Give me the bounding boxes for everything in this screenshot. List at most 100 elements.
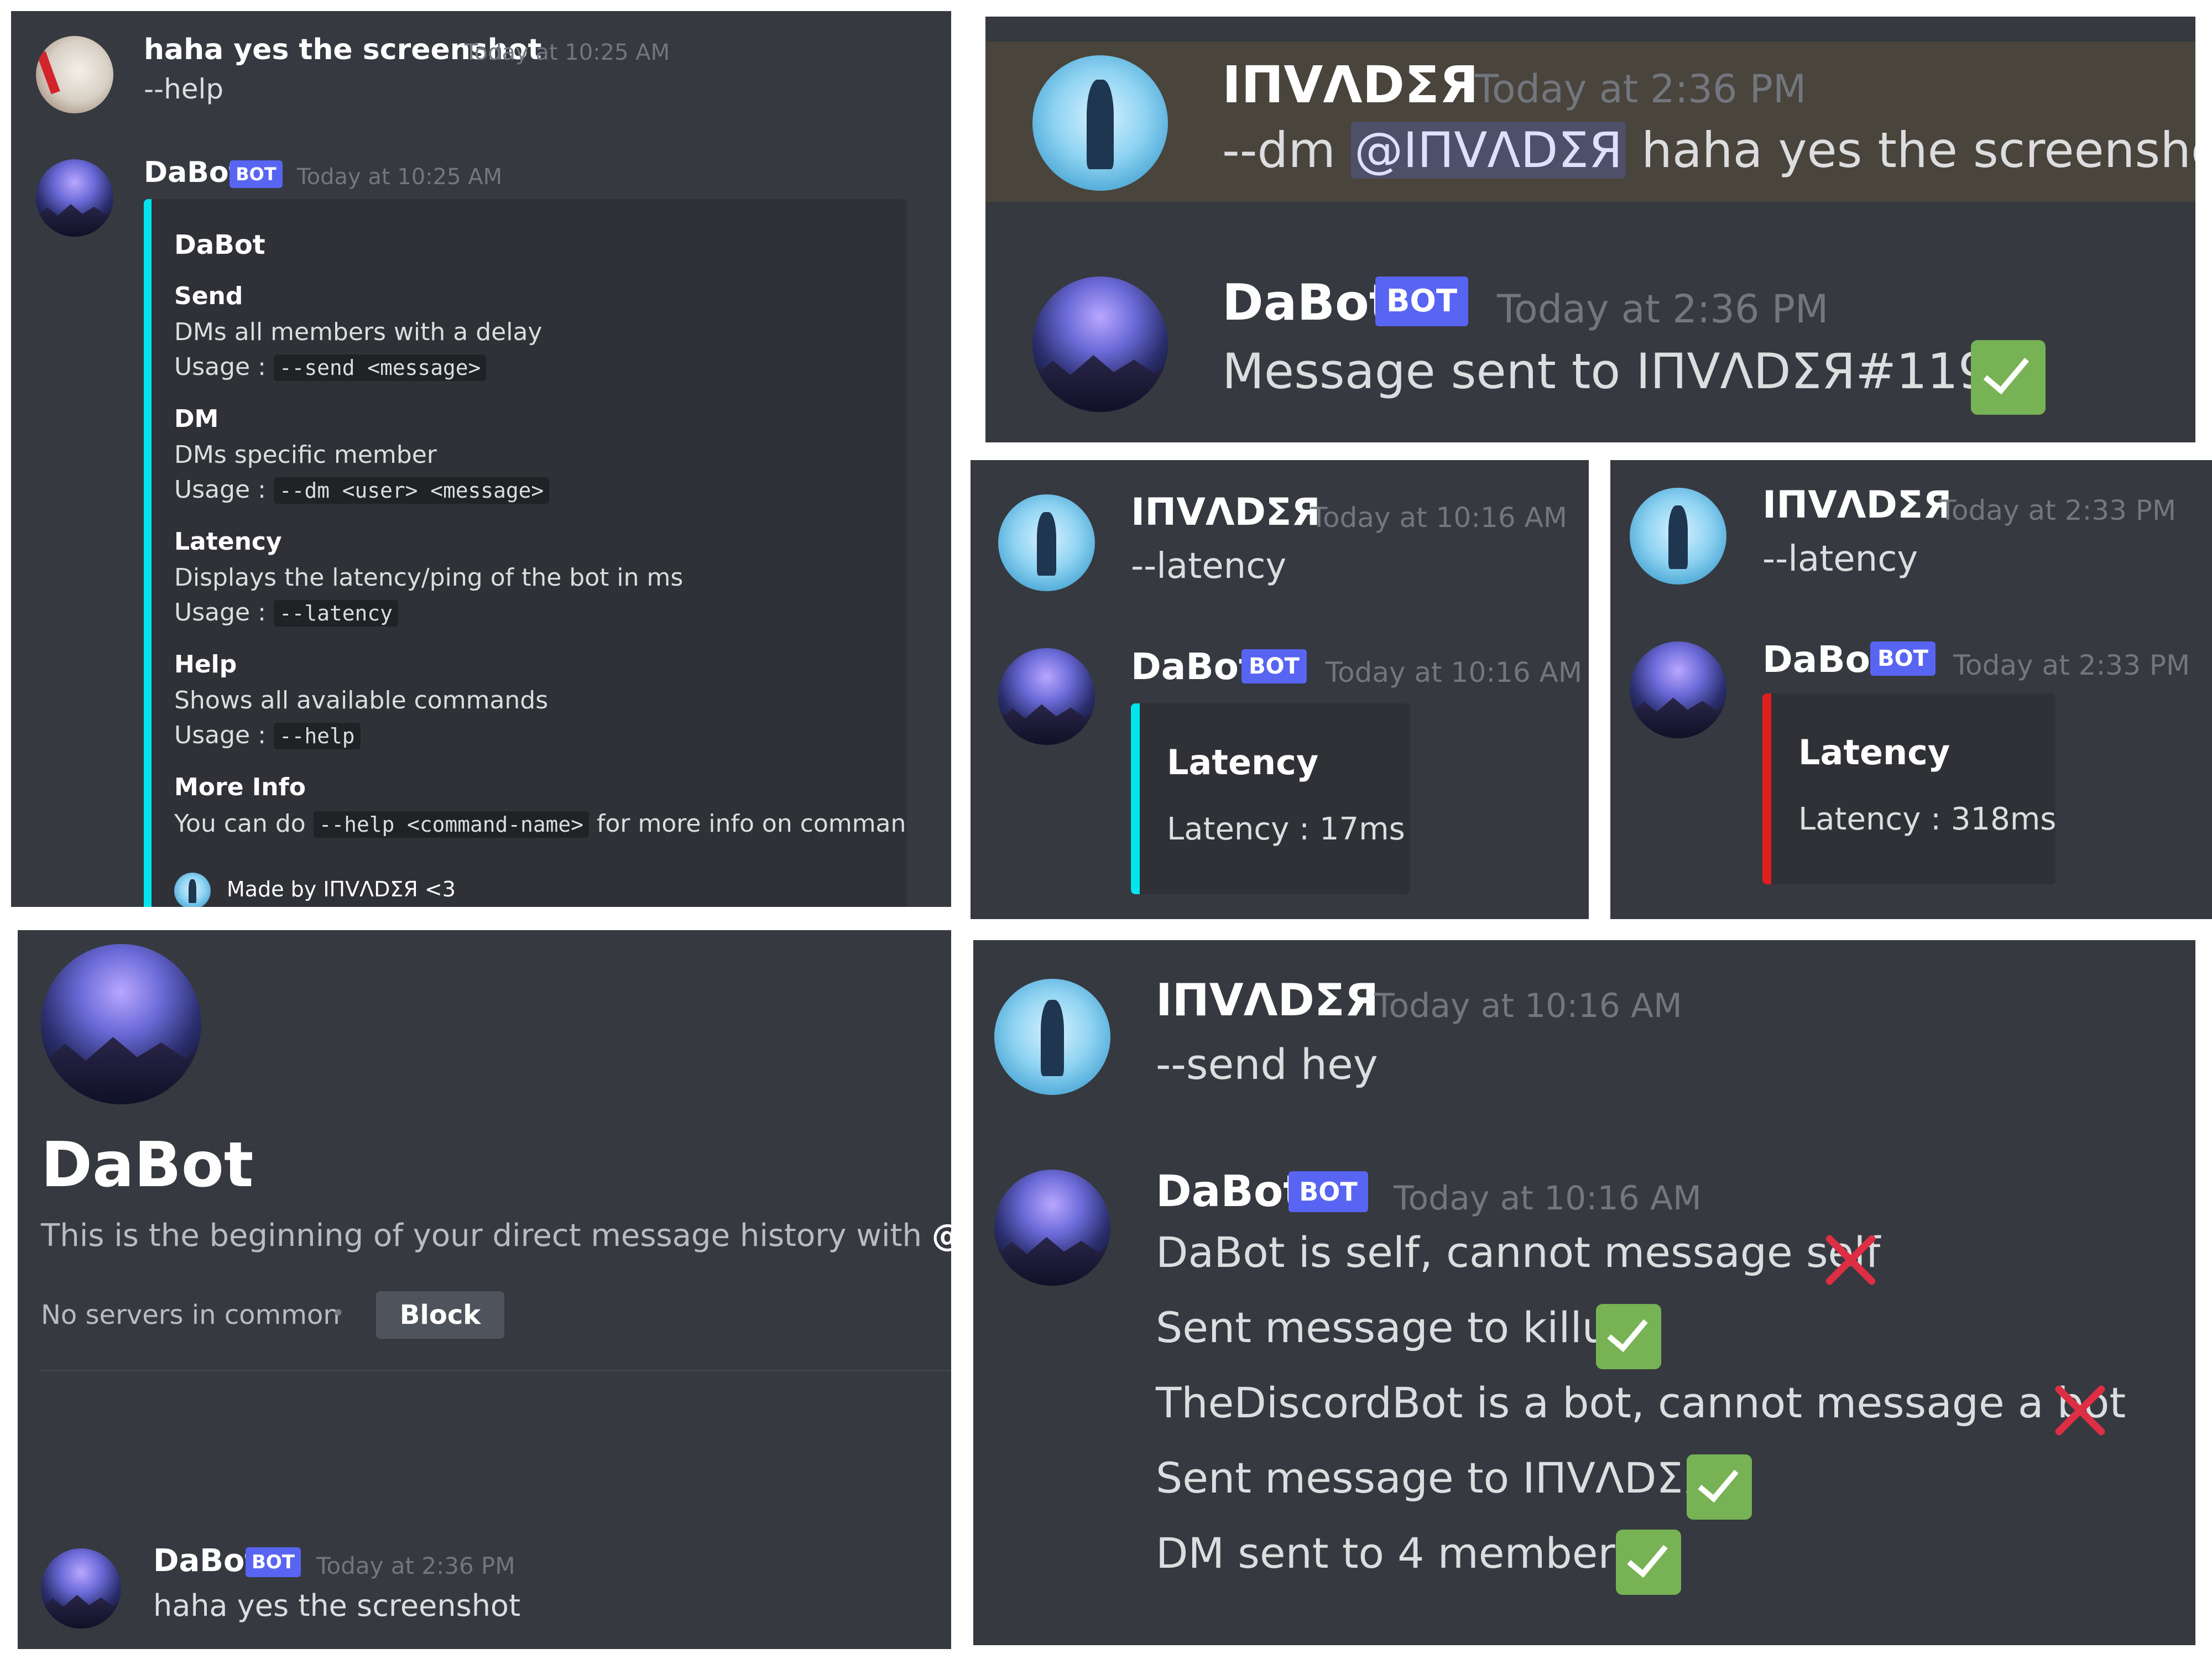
bot-badge: BOT [1375,276,1468,326]
message-text: --latency [1762,539,1918,580]
result-line: Sent message to killua [1156,1303,1635,1352]
cross-mark-icon [1819,1229,1880,1290]
message-text: --latency [1131,546,1287,587]
embed-accent-bar [1131,703,1140,894]
bot-avatar[interactable] [1032,276,1168,412]
result-line: TheDiscordBot is a bot, cannot message a… [1156,1378,2126,1427]
bot-avatar[interactable] [994,1170,1110,1286]
command-name: Latency [174,528,282,556]
message-text: haha yes the screenshot [153,1588,521,1623]
help-embed: DaBot Send DMs all members with a delay … [144,199,907,907]
help-panel: haha yes the screenshot Today at 10:25 A… [11,11,951,907]
command-name: Send [174,282,243,310]
command-usage: Usage : --latency [174,598,398,627]
latency-embed: Latency Latency : 17ms [1131,703,1410,894]
usage-code: --dm <user> <message> [273,477,550,504]
message-text: --dm @IПVΛDΣЯ haha yes the screenshot [1222,122,2195,179]
embed-accent-bar [144,199,152,907]
message-timestamp: Today at 10:16 AM [1374,987,1682,1025]
divider [41,1370,951,1371]
bot-profile-avatar[interactable] [41,944,201,1104]
command-desc: Displays the latency/ping of the bot in … [174,564,684,592]
user-avatar[interactable] [1630,488,1726,585]
command-usage: Usage : --dm <user> <message> [174,476,550,504]
user-mention[interactable]: @IПVΛDΣЯ [1351,122,1626,179]
more-info-text: You can do --help <command-name> for mor… [174,810,907,838]
check-mark-icon [1596,1304,1661,1369]
more-info-prefix: You can do [174,810,306,838]
command-usage: Usage : --help [174,721,361,749]
intro-text: This is the beginning of your direct mes… [41,1218,922,1254]
message-author[interactable]: DaBot [144,156,242,189]
usage-label: Usage : [174,721,266,749]
block-button-label[interactable]: Block [376,1300,504,1331]
message-author[interactable]: DaBot [1222,274,1393,332]
message-rest: haha yes the screenshot [1641,122,2195,179]
message-text: Message sent to IПVΛDΣЯ#1195 [1222,343,2020,400]
more-info-suffix: for more info on command [596,810,907,838]
message-author[interactable]: IПVΛDΣЯ [1131,491,1321,534]
embed-description: Latency : 318ms [1798,801,2056,837]
message-timestamp: Today at 10:25 AM [297,164,503,190]
message-author[interactable]: DaBot [153,1543,259,1579]
usage-label: Usage : [174,353,266,381]
usage-code: --send <message> [273,354,487,381]
message-author[interactable]: IПVΛDΣЯ [1156,974,1379,1026]
usage-code: --help [273,723,361,749]
bot-badge: BOT [1870,641,1936,676]
bot-badge: BOT [1288,1171,1368,1212]
bot-avatar[interactable] [36,159,113,237]
message-timestamp: Today at 10:16 AM [1311,502,1567,534]
bot-badge: BOT [229,160,283,188]
usage-label: Usage : [174,476,266,504]
footer-icon [174,873,211,907]
user-avatar[interactable] [36,36,113,113]
embed-footer: Made by IПVΛDΣЯ <3 [227,877,456,901]
message-text: --help [144,73,224,105]
message-timestamp: Today at 10:25 AM [465,40,670,65]
bot-avatar[interactable] [41,1548,121,1629]
latency-embed: Latency Latency : 318ms [1762,693,2056,884]
result-line: DM sent to 4 members [1156,1528,1637,1578]
separator-dot: • [332,1301,345,1326]
profile-panel: DaBot This is the beginning of your dire… [18,930,951,1649]
send-panel: IПVΛDΣЯ Today at 10:16 AM --send hey DaB… [973,940,2195,1645]
cross-mark-icon [2049,1380,2110,1441]
user-avatar[interactable] [998,494,1095,591]
message-author[interactable]: DaBot [1156,1167,1304,1217]
message-timestamp: Today at 2:36 PM [316,1552,515,1579]
message-timestamp: Today at 2:36 PM [1475,66,1807,112]
check-mark-icon [1687,1454,1752,1520]
message-timestamp: Today at 10:16 AM [1326,656,1582,688]
command-desc: DMs all members with a delay [174,318,542,346]
message-timestamp: Today at 2:36 PM [1497,286,1829,332]
intro-mention[interactable]: @DaBot [932,1218,951,1254]
more-info-title: More Info [174,773,306,801]
usage-label: Usage : [174,598,266,627]
bot-avatar[interactable] [1630,641,1726,738]
embed-description: Latency : 17ms [1167,811,1405,847]
command-text: --dm [1222,122,1336,179]
command-desc: DMs specific member [174,441,437,469]
command-name: DM [174,405,219,433]
usage-code: --latency [273,600,398,627]
mutual-servers-text: No servers in common [41,1300,340,1331]
message-timestamp: Today at 2:33 PM [1939,494,2177,526]
command-name: Help [174,650,237,679]
dm-intro-text: This is the beginning of your direct mes… [41,1218,951,1254]
message-author[interactable]: IПVΛDΣЯ [1762,483,1952,527]
message-author[interactable]: IПVΛDΣЯ [1222,55,1479,114]
latency-panel-fast: IПVΛDΣЯ Today at 10:16 AM --latency DaBo… [971,460,1589,919]
bot-avatar[interactable] [998,648,1095,745]
more-info-code: --help <command-name> [313,811,589,838]
message-timestamp: Today at 10:16 AM [1394,1179,1702,1218]
latency-panel-slow: IПVΛDΣЯ Today at 2:33 PM --latency DaBot… [1610,460,2212,919]
check-mark-icon [1971,340,2046,415]
user-avatar[interactable] [1032,55,1168,191]
dm-panel: IПVΛDΣЯ Today at 2:36 PM --dm @IПVΛDΣЯ h… [985,17,2195,442]
embed-title: Latency [1167,742,1319,782]
message-author[interactable]: DaBot [1131,645,1256,688]
user-avatar[interactable] [994,979,1110,1095]
message-author[interactable]: DaBot [1762,638,1888,681]
result-line: Sent message to IПVΛDΣЯ [1156,1453,1713,1503]
